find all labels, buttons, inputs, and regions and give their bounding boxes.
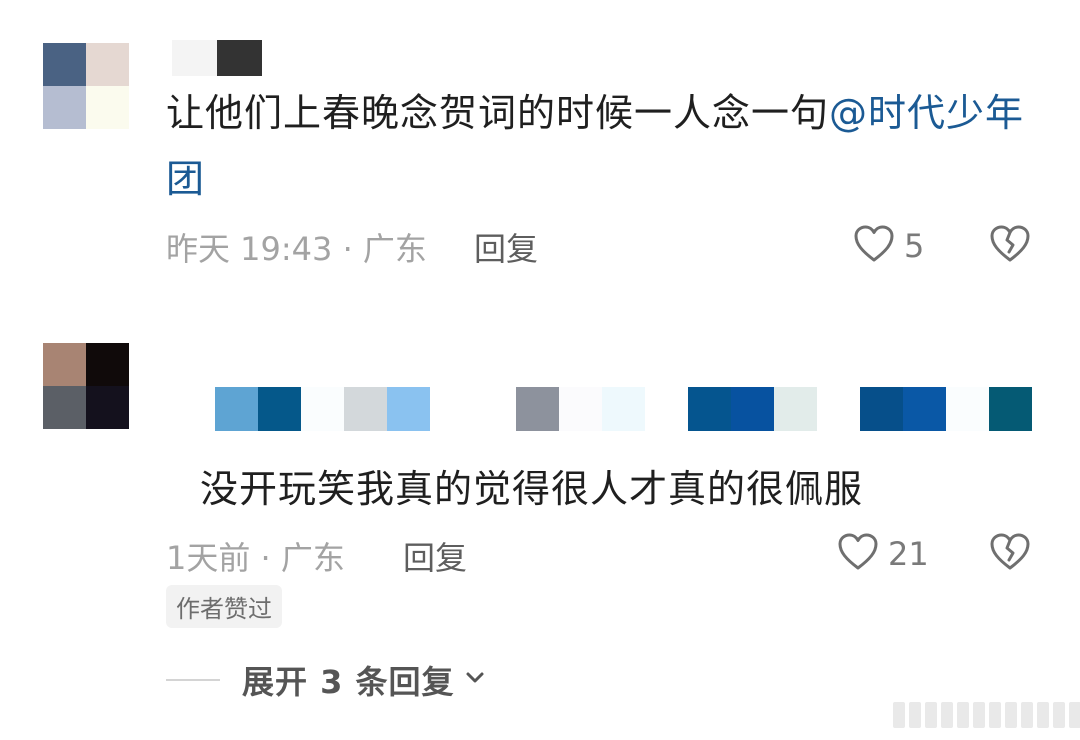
comment-text: 没开玩笑我真的觉得很人才真的很佩服: [200, 467, 864, 511]
username-mosaic-pixel: [344, 387, 387, 431]
avatar-pixel: [86, 343, 129, 386]
username-mosaic-pixel: [989, 387, 1032, 431]
like-count: 5: [904, 227, 925, 265]
author-liked-badge: 作者赞过: [166, 585, 282, 628]
username-mosaic-pixel: [903, 387, 946, 431]
reply-button[interactable]: 回复: [474, 224, 538, 270]
comment-body: 让他们上春晚念贺词的时候一人念一句: [166, 91, 830, 135]
comment-item: 没开玩笑我真的觉得很人才真的很佩服 1天前 · 广东 回复 21 作者赞过 展开…: [0, 330, 1080, 740]
avatar-pixel: [86, 43, 129, 86]
username-mosaic-pixel: [946, 387, 989, 431]
avatar-pixel: [86, 386, 129, 429]
comment-time-location: 1天前 · 广东: [166, 539, 345, 577]
comment-text: 让他们上春晚念贺词的时候一人念一句@时代少年团: [166, 80, 1026, 212]
username[interactable]: [215, 387, 1032, 431]
username-mosaic-pixel: [602, 387, 645, 431]
avatar-pixel: [43, 343, 86, 386]
avatar[interactable]: [43, 343, 129, 429]
like-button[interactable]: 21: [836, 530, 929, 578]
username-mosaic-pixel: [688, 387, 731, 431]
username[interactable]: [172, 40, 262, 84]
username-mosaic-pixel: [860, 387, 903, 431]
username-mosaic-pixel: [645, 387, 688, 431]
divider-line: [166, 679, 220, 681]
username-mosaic-pixel: [301, 387, 344, 431]
heart-icon: [852, 222, 896, 270]
like-count: 21: [888, 535, 929, 573]
username-mosaic-pixel: [215, 387, 258, 431]
heart-icon: [836, 530, 880, 578]
username-mosaic-pixel: [473, 387, 516, 431]
comment-item: 让他们上春晚念贺词的时候一人念一句@时代少年团 昨天 19:43 · 广东 回复…: [0, 0, 1080, 300]
avatar-pixel: [43, 386, 86, 429]
username-mosaic-pixel: [559, 387, 602, 431]
username-mosaic-pixel: [258, 387, 301, 431]
chevron-down-icon: [455, 666, 487, 694]
broken-heart-icon: [988, 533, 1032, 578]
username-mosaic-pixel: [430, 387, 473, 431]
dislike-button[interactable]: [988, 222, 1032, 270]
watermark: [893, 702, 1080, 728]
username-mosaic-pixel: [774, 387, 817, 431]
username-mosaic-pixel: [516, 387, 559, 431]
expand-replies-label: 展开 3 条回复: [242, 663, 455, 701]
dislike-button[interactable]: [988, 530, 1032, 578]
avatar-pixel: [86, 86, 129, 129]
username-mosaic-pixel: [817, 387, 860, 431]
avatar-pixel: [43, 43, 86, 86]
comment-time-location: 昨天 19:43 · 广东: [166, 230, 427, 268]
broken-heart-icon: [988, 225, 1032, 270]
avatar[interactable]: [43, 43, 129, 129]
username-mosaic-pixel: [217, 40, 262, 76]
like-button[interactable]: 5: [852, 222, 924, 270]
username-mosaic-pixel: [172, 40, 217, 76]
username-mosaic-pixel: [731, 387, 774, 431]
expand-replies-button[interactable]: 展开 3 条回复: [166, 657, 487, 703]
username-mosaic-pixel: [387, 387, 430, 431]
reply-button[interactable]: 回复: [403, 533, 467, 579]
avatar-pixel: [43, 86, 86, 129]
